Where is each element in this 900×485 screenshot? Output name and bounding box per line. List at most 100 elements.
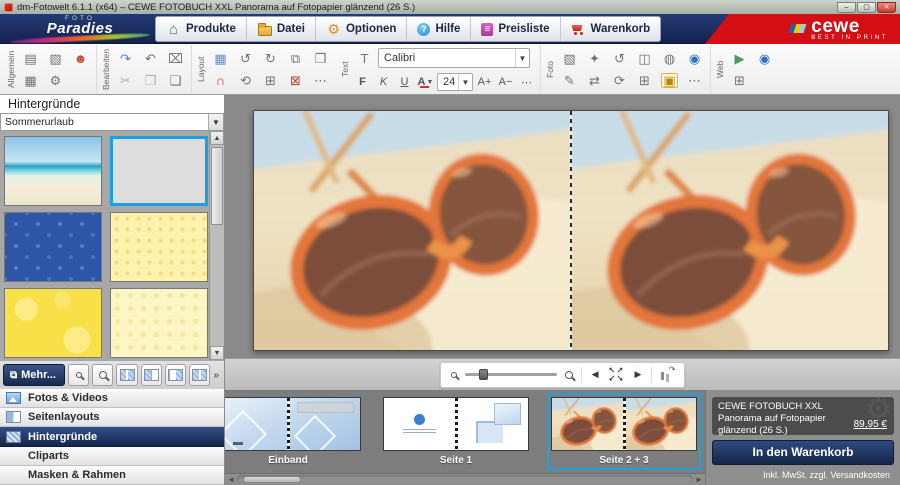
toolbar-button-more[interactable]: ⋯ <box>309 69 332 91</box>
text-more-button[interactable]: ⋯ <box>517 73 536 91</box>
scroll-right-icon[interactable]: ► <box>693 475 705 484</box>
price-link[interactable]: 89,95 € <box>854 419 887 432</box>
toolbar-button-paste[interactable]: ❏ <box>164 69 187 91</box>
add-to-cart-button[interactable]: In den Warenkorb <box>712 440 894 465</box>
toolbar-button-reset-layout[interactable]: ⟲ <box>234 69 257 91</box>
toolbar-button-save-as[interactable]: ▦ <box>19 69 42 91</box>
sidebar-item-seitenlayouts[interactable]: Seitenlayouts <box>0 408 224 427</box>
page-left[interactable] <box>254 111 571 350</box>
previous-page-button[interactable]: ◀ <box>590 369 601 380</box>
close-button[interactable]: ✕ <box>877 2 896 13</box>
font-color-button[interactable]: A▼ <box>416 73 435 91</box>
toolbar-button-enhance[interactable]: ✦ <box>583 47 606 69</box>
toolbar-button-insert-text[interactable]: T <box>353 47 376 69</box>
toolbar-button-undo[interactable]: ↶ <box>139 47 162 69</box>
layout-view-grid-button[interactable] <box>189 364 210 386</box>
background-thumb-blue-pattern[interactable] <box>4 212 102 282</box>
toolbar-button-cut[interactable]: ✂ <box>114 69 137 91</box>
toolbar-button-arrange[interactable]: ⊞ <box>259 69 282 91</box>
next-page-button[interactable]: ▶ <box>633 369 644 380</box>
toolbar-button-rotate-photo[interactable]: ⟳ <box>608 69 631 91</box>
background-category-select[interactable]: Sommerurlaub ▼ <box>0 113 224 131</box>
toolbar-button-straighten[interactable]: ◫ <box>633 47 656 69</box>
chevron-more-icon[interactable]: » <box>213 370 221 381</box>
background-thumb-yellow-flowers[interactable] <box>4 288 102 358</box>
toolbar-button-settings[interactable]: ⚙ <box>44 69 67 91</box>
page-tile-einband[interactable]: Einband <box>225 393 365 470</box>
toolbar-button-opacity[interactable]: ◍ <box>658 47 681 69</box>
font-size-increase-button[interactable]: A+ <box>475 73 494 91</box>
bold-button[interactable]: F <box>353 73 372 91</box>
toolbar-button-insert-photo[interactable]: ▧ <box>558 47 581 69</box>
menu-button-datei[interactable]: Datei <box>246 17 315 41</box>
maximize-button[interactable]: ▢ <box>857 2 876 13</box>
font-size-select[interactable]: 24 ▼ <box>437 73 473 91</box>
scroll-down-icon[interactable]: ▼ <box>210 346 224 360</box>
menu-button-hilfe[interactable]: Hilfe <box>406 17 470 41</box>
more-button[interactable]: ⧉ Mehr... <box>3 364 65 386</box>
background-thumb-beach[interactable] <box>4 136 102 206</box>
sidebar-item-cliparts[interactable]: Cliparts <box>0 447 224 466</box>
scroll-up-icon[interactable]: ▲ <box>210 131 224 145</box>
toolbar-button-open-project[interactable]: ▧ <box>44 47 67 69</box>
zoom-slider-thumb[interactable] <box>479 369 488 380</box>
toolbar-button-magnet[interactable]: ∩ <box>209 69 232 91</box>
toolbar-button-copy[interactable]: ❐ <box>139 69 162 91</box>
scrollbar-thumb[interactable] <box>211 147 223 225</box>
page-tile-seite-1[interactable]: Seite 1 <box>379 393 533 470</box>
sidebar-scrollbar[interactable]: ▲ ▼ <box>209 131 224 360</box>
layout-view-right-button[interactable] <box>165 364 186 386</box>
toolbar-button-edit-photo[interactable]: ✎ <box>558 69 581 91</box>
menu-button-warenkorb[interactable]: Warenkorb <box>560 17 661 41</box>
fit-to-window-button[interactable]: ↖↗↙↘ <box>609 367 625 383</box>
sidebar-item-masken-rahmen[interactable]: Masken & Rahmen <box>0 466 224 485</box>
zoom-in-icon[interactable] <box>565 371 573 379</box>
italic-button[interactable]: K <box>374 73 393 91</box>
zoom-slider[interactable] <box>465 373 557 376</box>
toolbar-button-save[interactable]: ▤ <box>19 47 42 69</box>
scroll-left-icon[interactable]: ◄ <box>225 475 237 484</box>
zoom-out-icon[interactable] <box>451 372 457 378</box>
underline-button[interactable]: U <box>395 73 414 91</box>
toolbar-button-globe[interactable]: ◉ <box>683 47 706 69</box>
scrollbar-thumb[interactable] <box>243 476 301 483</box>
font-select[interactable]: Calibri ▼ <box>378 48 530 68</box>
filmstrip-scrollbar[interactable]: ◄ ► <box>225 473 705 485</box>
toolbar-button-bring-front[interactable]: ⧉ <box>284 47 307 69</box>
toolbar-button-web-globe[interactable]: ◉ <box>753 47 776 69</box>
toolbar-button-photo-border[interactable]: ▣ <box>658 69 681 91</box>
toolbar-button-more[interactable]: ⋯ <box>683 69 706 91</box>
minimize-button[interactable]: – <box>837 2 856 13</box>
toolbar-button-redo[interactable]: ↷ <box>114 47 137 69</box>
sidebar-item-hintergruende[interactable]: Hintergründe <box>0 427 224 446</box>
layout-view-both-button[interactable] <box>116 364 137 386</box>
page-tile-seite-2-3[interactable]: Seite 2 + 3 <box>547 393 701 470</box>
toolbar-button-rotate-left[interactable]: ↺ <box>234 47 257 69</box>
layout-view-left-button[interactable] <box>141 364 162 386</box>
page-spread[interactable] <box>253 110 889 351</box>
sidebar-item-fotos-videos[interactable]: Fotos & Videos <box>0 389 224 408</box>
toolbar-button-swap-photo[interactable]: ⇄ <box>583 69 606 91</box>
page-arrangement-button[interactable] <box>660 369 674 381</box>
zoom-preset-small-button[interactable] <box>68 364 89 386</box>
menu-button-produkte[interactable]: Produkte <box>156 17 246 41</box>
toolbar-button-send-back[interactable]: ❒ <box>309 47 332 69</box>
menu-button-optionen[interactable]: Optionen <box>315 17 406 41</box>
toolbar-button-delete[interactable]: ⌧ <box>164 47 187 69</box>
page-right[interactable] <box>571 111 888 350</box>
toolbar-button-rotate-photo-left[interactable]: ↺ <box>608 47 631 69</box>
toolbar-button-web-gallery[interactable]: ⊞ <box>728 69 751 91</box>
menu-button-preisliste[interactable]: Preisliste <box>470 17 559 41</box>
background-thumb-yellow-dots[interactable] <box>110 212 208 282</box>
font-size-decrease-button[interactable]: A− <box>496 73 515 91</box>
background-thumb-yellow-light[interactable] <box>110 288 208 358</box>
page-tile-preview <box>225 397 361 451</box>
toolbar-button-grid[interactable]: ▦ <box>209 47 232 69</box>
toolbar-button-rotate-right[interactable]: ↻ <box>259 47 282 69</box>
toolbar-button-photo-grid[interactable]: ⊞ <box>633 69 656 91</box>
toolbar-button-assistant[interactable]: ☻ <box>69 47 92 69</box>
zoom-preset-large-button[interactable] <box>92 364 113 386</box>
toolbar-button-slideshow[interactable]: ▶ <box>728 47 751 69</box>
background-thumb-sunglasses[interactable] <box>110 136 208 206</box>
toolbar-button-remove-element[interactable]: ⊠ <box>284 69 307 91</box>
